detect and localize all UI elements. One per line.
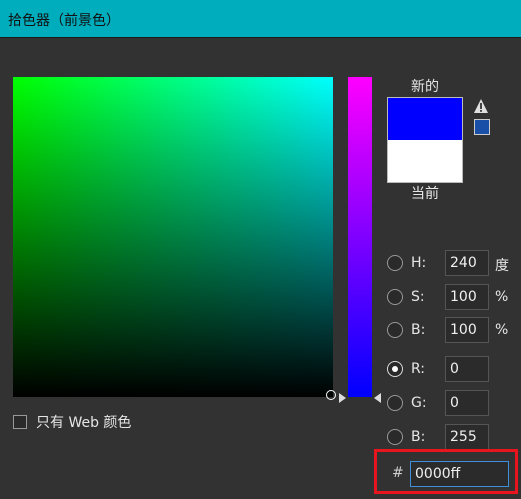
- websafe-color-swatch[interactable]: [474, 119, 490, 135]
- saturation-input[interactable]: 100: [445, 284, 489, 310]
- hue-unit: 度: [495, 258, 509, 274]
- saturation-unit: %: [495, 289, 509, 305]
- blue-radio[interactable]: [387, 429, 403, 445]
- blue-input[interactable]: 255: [445, 424, 489, 450]
- websafe-only-label: 只有 Web 颜色: [36, 415, 132, 431]
- hue-input[interactable]: 240: [445, 250, 489, 276]
- websafe-only-checkbox[interactable]: [13, 415, 27, 429]
- green-radio[interactable]: [387, 395, 403, 411]
- hex-input[interactable]: 0000ff: [410, 461, 509, 487]
- current-color-label: 当前: [411, 186, 439, 202]
- red-radio[interactable]: [387, 361, 403, 377]
- out-of-gamut-warning-icon[interactable]: [473, 98, 489, 114]
- color-field[interactable]: [13, 77, 333, 397]
- brightness-input[interactable]: 100: [445, 317, 489, 343]
- new-color-label: 新的: [411, 79, 439, 95]
- window-title: 拾色器（前景色）: [8, 13, 120, 29]
- color-preview: [387, 97, 463, 183]
- brightness-radio[interactable]: [387, 322, 403, 338]
- green-input[interactable]: 0: [445, 390, 489, 416]
- red-label: R:: [411, 361, 426, 377]
- red-input[interactable]: 0: [445, 356, 489, 382]
- hex-prefix: #: [392, 465, 404, 481]
- hue-slider-handle-right[interactable]: [374, 393, 381, 403]
- color-field-marker[interactable]: [326, 390, 336, 400]
- title-bar: 拾色器（前景色）: [0, 0, 521, 38]
- hue-slider-handle-left[interactable]: [339, 393, 346, 403]
- new-color-swatch: [388, 98, 462, 140]
- hue-radio[interactable]: [387, 255, 403, 271]
- saturation-label: S:: [411, 289, 425, 305]
- brightness-label: B:: [411, 322, 426, 338]
- brightness-unit: %: [495, 322, 509, 338]
- hue-slider[interactable]: [348, 77, 372, 397]
- green-label: G:: [411, 395, 427, 411]
- blue-label: B:: [411, 429, 426, 445]
- saturation-radio[interactable]: [387, 289, 403, 305]
- hue-label: H:: [411, 255, 427, 271]
- current-color-swatch[interactable]: [388, 140, 462, 182]
